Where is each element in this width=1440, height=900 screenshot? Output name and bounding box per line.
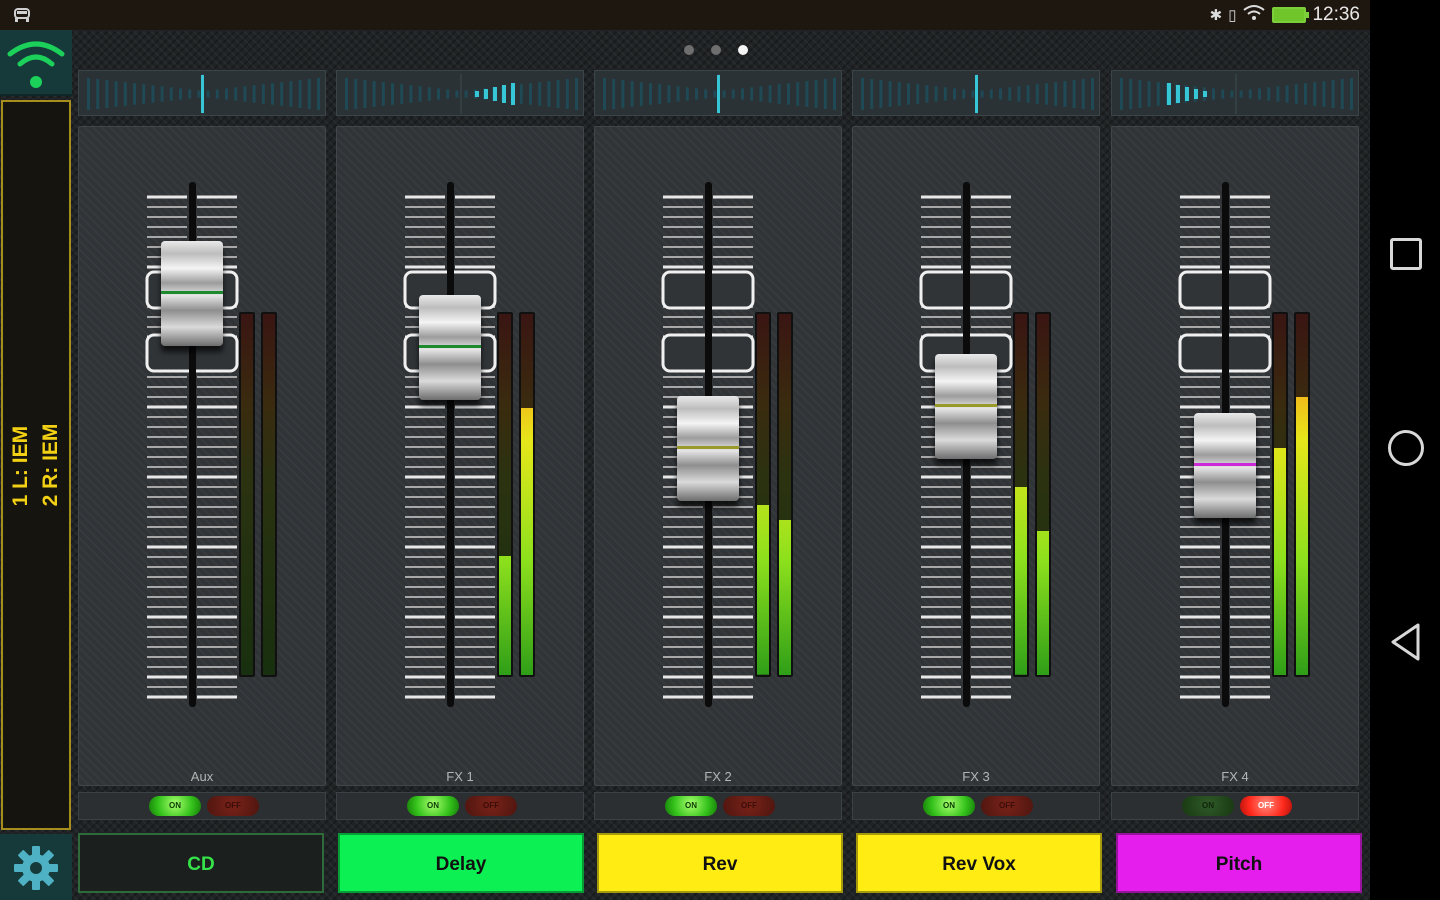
fader-cap-marker — [677, 446, 739, 450]
off-button[interactable]: OFF — [981, 796, 1033, 816]
mix-selector[interactable]: 1 L: IEM 2 R: IEM — [1, 100, 71, 830]
mixer-app: 1 L: IEM 2 R: IEM Aux ON OFF CD FX 1 ON … — [0, 30, 1370, 900]
left-rail: 1 L: IEM 2 R: IEM — [0, 30, 72, 900]
level-meter-left — [239, 312, 255, 677]
channel-label: FX 3 — [962, 769, 990, 784]
recents-icon[interactable] — [1390, 238, 1422, 270]
connection-button[interactable] — [0, 30, 72, 96]
level-meter-left — [497, 312, 513, 677]
channel-name-button[interactable]: Delay — [338, 833, 584, 893]
channel-name-button[interactable]: CD — [78, 833, 324, 893]
gear-icon — [14, 846, 58, 890]
android-nav-bar — [1370, 0, 1440, 900]
mix-line-2: 2 R: IEM — [39, 423, 62, 507]
mute-switch: ON OFF — [78, 792, 326, 820]
vibrate-icon: ▯ — [1228, 7, 1237, 24]
fader-cap[interactable] — [419, 295, 481, 401]
fader-cap-marker — [935, 404, 997, 408]
pan-indicator — [87, 74, 320, 114]
mix-label: 1 L: IEM 2 R: IEM — [6, 424, 66, 507]
level-meter-left — [1013, 312, 1029, 677]
off-button[interactable]: OFF — [207, 796, 259, 816]
level-meter-right — [519, 312, 535, 677]
back-icon[interactable] — [1388, 622, 1424, 661]
home-icon[interactable] — [1388, 430, 1424, 466]
pan-control[interactable] — [78, 70, 326, 116]
channel-strip: FX 2 — [594, 126, 842, 786]
wifi-icon — [7, 41, 65, 88]
pan-control[interactable] — [852, 70, 1100, 116]
channel-strip: Aux — [78, 126, 326, 786]
status-time: 12:36 — [1312, 4, 1360, 25]
on-button[interactable]: ON — [407, 796, 459, 816]
level-meter-right — [261, 312, 277, 677]
off-button[interactable]: OFF — [465, 796, 517, 816]
page-dot-1[interactable] — [684, 45, 694, 55]
pan-indicator — [345, 74, 578, 114]
fader-cap-marker — [161, 290, 223, 294]
pan-indicator — [603, 74, 836, 114]
channel-label: Aux — [190, 769, 214, 784]
mute-switch: ON OFF — [336, 792, 584, 820]
channel-label: FX 1 — [446, 769, 474, 784]
on-button[interactable]: ON — [923, 796, 975, 816]
channel-strip: FX 3 — [852, 126, 1100, 786]
car-icon — [12, 6, 32, 24]
mute-switch: ON OFF — [852, 792, 1100, 820]
fader-cap[interactable] — [1194, 413, 1256, 518]
level-meter-right — [1035, 312, 1051, 677]
mute-switch: ON OFF — [1111, 792, 1359, 820]
pan-control[interactable] — [336, 70, 584, 116]
bluetooth-icon: ✱ — [1209, 7, 1223, 24]
page-indicator[interactable] — [684, 45, 748, 55]
channel-name-button[interactable]: Pitch — [1116, 833, 1362, 893]
on-button[interactable]: ON — [665, 796, 717, 816]
wifi-icon — [1242, 4, 1266, 26]
pan-indicator — [861, 74, 1094, 114]
channel-label: FX 4 — [1221, 769, 1249, 784]
on-button[interactable]: ON — [1182, 796, 1234, 816]
settings-button[interactable] — [0, 834, 72, 900]
fader-cap-marker — [1194, 463, 1256, 466]
channel-label: FX 2 — [704, 769, 732, 784]
fader-scale — [145, 195, 239, 699]
pan-indicator — [1120, 74, 1353, 114]
level-meter-left — [755, 312, 771, 677]
on-button[interactable]: ON — [149, 796, 201, 816]
channel-name-button[interactable]: Rev — [597, 833, 843, 893]
channel-strip: FX 1 — [336, 126, 584, 786]
fader-cap[interactable] — [677, 396, 739, 502]
battery-icon — [1272, 7, 1310, 23]
level-meter-left — [1272, 312, 1288, 677]
mix-line-1: 1 L: IEM — [9, 425, 32, 507]
fader-cap-marker — [419, 345, 481, 349]
pan-control[interactable] — [1111, 70, 1359, 116]
channel-strip: FX 4 — [1111, 126, 1359, 786]
channel-name-button[interactable]: Rev Vox — [856, 833, 1102, 893]
pan-control[interactable] — [594, 70, 842, 116]
mute-switch: ON OFF — [594, 792, 842, 820]
fader-cap[interactable] — [161, 240, 223, 346]
level-meter-right — [777, 312, 793, 677]
level-meter-right — [1294, 312, 1310, 677]
fader-cap[interactable] — [935, 354, 997, 460]
off-button[interactable]: OFF — [723, 796, 775, 816]
status-bar: ✱ ▯ 12:36 — [0, 0, 1370, 30]
fader-track[interactable] — [447, 182, 454, 707]
fader-scale — [403, 195, 497, 699]
page-dot-2[interactable] — [711, 45, 721, 55]
off-button[interactable]: OFF — [1240, 796, 1292, 816]
page-dot-3[interactable] — [738, 45, 748, 55]
